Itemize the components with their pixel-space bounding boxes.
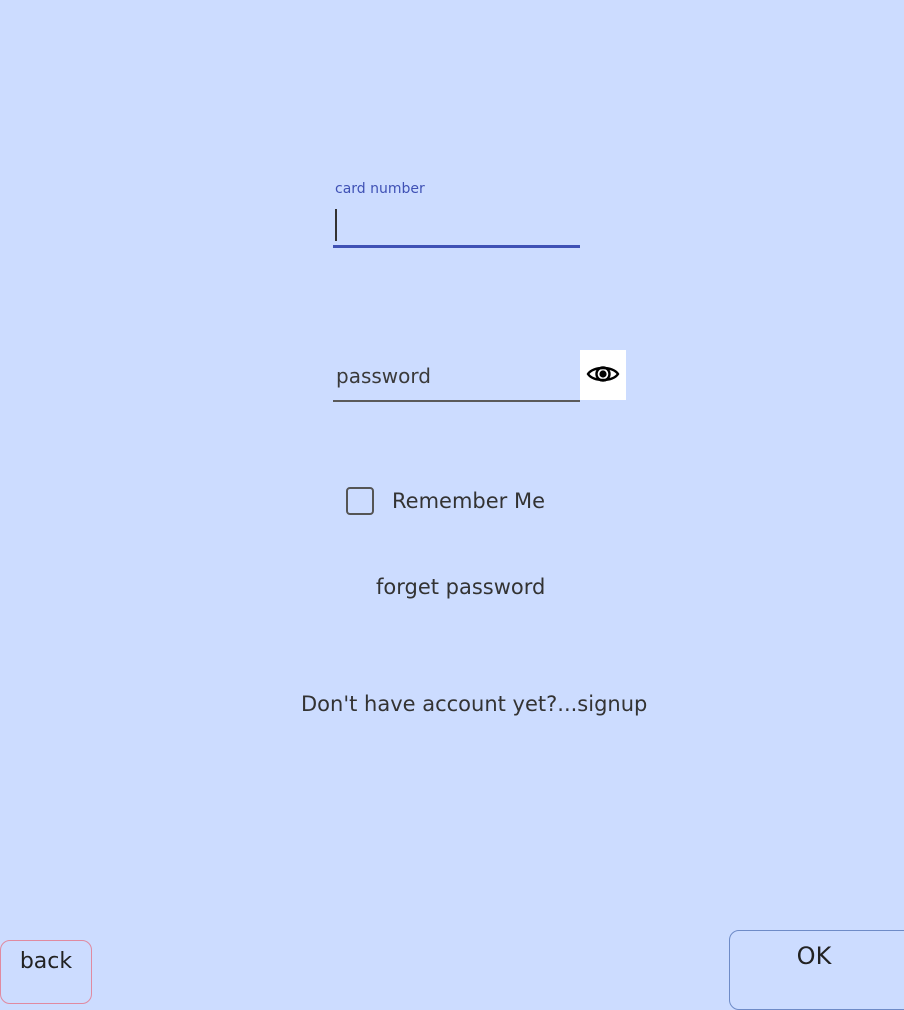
password-field[interactable]	[333, 352, 580, 406]
checkbox-box[interactable]	[346, 487, 374, 515]
card-number-input[interactable]	[333, 205, 580, 248]
back-button[interactable]: back	[0, 940, 92, 1004]
remember-me-label: Remember Me	[392, 489, 545, 513]
card-number-field[interactable]: card number	[333, 178, 580, 254]
show-password-button[interactable]	[580, 350, 626, 400]
ok-button[interactable]: OK	[729, 930, 904, 1010]
eye-icon	[586, 363, 620, 388]
card-number-label: card number	[335, 181, 425, 197]
text-caret	[335, 209, 337, 241]
remember-me-checkbox[interactable]: Remember Me	[346, 482, 545, 520]
forget-password-link[interactable]: forget password	[376, 575, 545, 599]
signup-link[interactable]: Don't have account yet?...signup	[301, 692, 647, 716]
password-input[interactable]	[333, 352, 580, 402]
